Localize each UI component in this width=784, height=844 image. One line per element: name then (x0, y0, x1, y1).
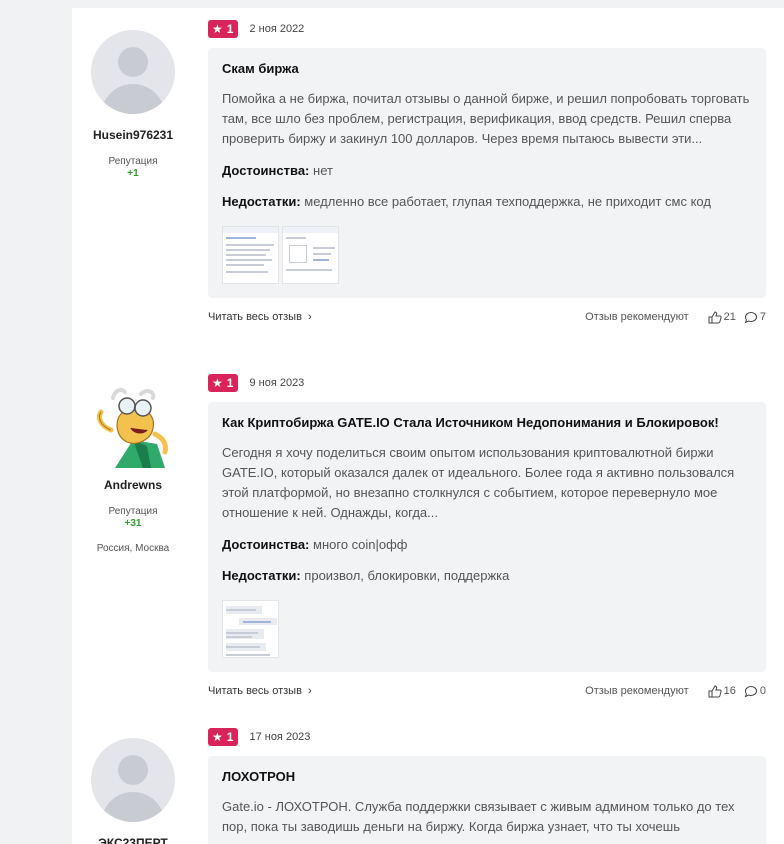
comment-count: 7 (759, 311, 766, 323)
comment-count: 0 (759, 685, 766, 697)
author-name[interactable]: ЭКС23ПЕРТ (72, 836, 194, 844)
review-author: Andrewns Репутация +31 Россия, Москва (72, 372, 194, 554)
pros-label: Достоинства: (222, 163, 310, 178)
review-content: ★ 1 2 ноя 2022 Скам биржа Помойка а не б… (208, 18, 766, 327)
review-footer: Читать весь отзыв › Отзыв рекомендуют 16 … (208, 681, 766, 701)
review-card: Скам биржа Помойка а не биржа, почитал о… (208, 48, 766, 298)
pros-text: много coin|офф (313, 537, 408, 552)
attachment-thumbnail[interactable] (222, 600, 279, 658)
review-title[interactable]: Скам биржа (222, 60, 752, 78)
avatar-placeholder-icon (118, 755, 148, 785)
cons-text: медленно все работает, глупая техподдерж… (304, 194, 711, 209)
review-date: 2 ноя 2022 (249, 23, 305, 35)
avatar[interactable] (91, 30, 175, 114)
cons-text: произвол, блокировки, поддержка (304, 568, 510, 583)
star-icon: ★ (212, 376, 223, 390)
like-count: 16 (723, 685, 736, 697)
review-cons: Недостатки: медленно все работает, глупа… (222, 192, 752, 212)
review-text: Сегодня я хочу поделиться своим опытом и… (222, 445, 735, 520)
review-pros: Достоинства: нет (222, 161, 752, 181)
pros-label: Достоинства: (222, 537, 310, 552)
star-icon: ★ (212, 730, 223, 744)
review-cons: Недостатки: произвол, блокировки, поддер… (222, 566, 752, 586)
review-title[interactable]: ЛОХОТРОН (222, 768, 752, 786)
rating-value: 1 (226, 730, 234, 744)
like-button[interactable]: 16 (708, 684, 736, 698)
read-more-label: Читать весь отзыв (208, 311, 302, 323)
review-date: 17 ноя 2023 (249, 731, 311, 743)
read-more-link[interactable]: Читать весь отзыв › (208, 311, 312, 323)
like-button[interactable]: 21 (708, 310, 736, 324)
author-name[interactable]: Husein976231 (72, 128, 194, 142)
review-stats: Отзыв рекомендуют 16 0 (585, 684, 766, 698)
review-card: ЛОХОТРОН Gate.io - ЛОХОТРОН. Служба подд… (208, 756, 766, 844)
cons-label: Недостатки: (222, 194, 301, 209)
review-text: Помойка а не биржа, почитал отзывы о дан… (222, 91, 750, 146)
author-location: Россия, Москва (96, 543, 170, 554)
star-icon: ★ (212, 22, 223, 36)
review-stats: Отзыв рекомендуют 21 7 (585, 310, 766, 324)
rating-badge: ★ 1 (208, 20, 239, 38)
read-more-link[interactable]: Читать весь отзыв › (208, 685, 312, 697)
recommend-label: Отзыв рекомендуют (585, 311, 689, 323)
pros-text: нет (313, 163, 333, 178)
avatar[interactable] (91, 384, 175, 468)
rating-badge: ★ 1 (208, 728, 239, 746)
rating-badge: ★ 1 (208, 374, 239, 392)
review-pros: Достоинства: много coin|офф (222, 535, 752, 555)
avatar-placeholder-icon (118, 47, 148, 77)
review-footer: Читать весь отзыв › Отзыв рекомендуют 21 … (208, 307, 766, 327)
reputation-value: +31 (124, 518, 142, 529)
thumbs-up-icon (708, 310, 722, 323)
chevron-right-icon: › (307, 685, 312, 697)
review-meta: ★ 1 17 ноя 2023 (208, 726, 766, 748)
review-author: ЭКС23ПЕРТ (72, 726, 194, 844)
reputation-label: Репутация (108, 156, 158, 167)
avatar[interactable] (91, 738, 175, 822)
attachment-thumbnail[interactable] (282, 226, 339, 284)
comment-button[interactable]: 7 (744, 311, 766, 324)
thumbs-up-icon (708, 684, 722, 697)
review-date: 9 ноя 2023 (249, 377, 305, 389)
review-meta: ★ 1 2 ноя 2022 (208, 18, 766, 40)
rating-value: 1 (226, 376, 234, 390)
review-attachments (222, 600, 752, 658)
review-meta: ★ 1 9 ноя 2023 (208, 372, 766, 394)
read-more-label: Читать весь отзыв (208, 685, 302, 697)
review-card: Как Криптобиржа GATE.IO Стала Источником… (208, 402, 766, 672)
cons-label: Недостатки: (222, 568, 301, 583)
attachment-thumbnail[interactable] (222, 226, 279, 284)
review-attachments (222, 226, 752, 284)
comment-button[interactable]: 0 (744, 685, 766, 698)
review-content: ★ 1 17 ноя 2023 ЛОХОТРОН Gate.io - ЛОХОТ… (208, 726, 766, 844)
comment-icon (744, 311, 757, 323)
recommend-label: Отзыв рекомендуют (585, 685, 689, 697)
review-title[interactable]: Как Криптобиржа GATE.IO Стала Источником… (222, 414, 752, 432)
rating-value: 1 (226, 22, 234, 36)
reputation-value: +1 (127, 168, 139, 179)
review-content: ★ 1 9 ноя 2023 Как Криптобиржа GATE.IO С… (208, 372, 766, 701)
professor-avatar-icon (96, 388, 168, 468)
reputation-label: Репутация (108, 506, 158, 517)
review-author: Husein976231 Репутация +1 (72, 18, 194, 179)
comment-icon (744, 685, 757, 697)
chevron-right-icon: › (307, 311, 312, 323)
like-count: 21 (723, 311, 736, 323)
review-text: Gate.io - ЛОХОТРОН. Служба поддержки свя… (222, 799, 735, 834)
author-name[interactable]: Andrewns (72, 478, 194, 492)
